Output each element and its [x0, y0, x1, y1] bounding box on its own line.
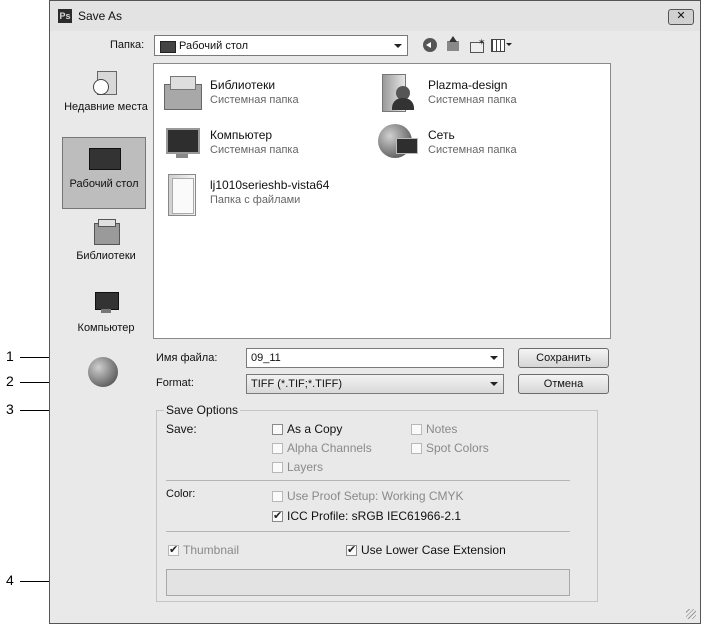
file-item-name: Компьютер [210, 128, 273, 142]
format-dropdown[interactable]: TIFF (*.TIF;*.TIFF) [246, 374, 504, 394]
notes-label: Notes [426, 422, 458, 436]
computer-icon [162, 124, 202, 162]
color-label: Color: [166, 488, 196, 500]
options-divider [166, 480, 570, 481]
callout-4: 4 [6, 572, 14, 588]
file-item-type: Системная папка [428, 144, 517, 156]
layers-label: Layers [287, 460, 324, 474]
location-value: Рабочий стол [179, 40, 249, 52]
title-bar: Ps Save As ✕ [50, 1, 700, 31]
thumbnail-checkbox[interactable] [168, 543, 179, 556]
spot-colors-label: Spot Colors [426, 441, 489, 455]
file-item-network[interactable]: Сеть Системная папка [378, 122, 598, 162]
sidebar-item-libraries[interactable]: Библиотеки [64, 217, 148, 262]
sidebar-item-label: Компьютер [77, 322, 135, 334]
format-label: Format: [156, 377, 194, 389]
sidebar-item-computer[interactable]: Компьютер [64, 289, 148, 334]
libraries-icon [91, 217, 121, 247]
computer-icon [91, 289, 121, 319]
network-icon [88, 357, 118, 387]
notes-checkbox[interactable] [411, 424, 422, 435]
file-item-type: Папка с файлами [210, 194, 301, 206]
file-item-lj1010serieshb-vista64[interactable]: lj1010serieshb-vista64 Папка с файлами [160, 172, 420, 218]
up-folder-icon[interactable] [445, 36, 461, 52]
back-icon[interactable] [423, 38, 437, 52]
callout-3: 3 [6, 401, 14, 417]
icc-profile-label: ICC Profile: sRGB IEC61966-2.1 [287, 509, 462, 523]
save-options-title: Save Options [164, 403, 241, 417]
alpha-channels-checkbox[interactable] [272, 443, 283, 454]
network-icon [378, 122, 422, 162]
filename-label: Имя файла: [156, 352, 218, 364]
view-menu-icon[interactable] [491, 38, 513, 52]
photoshop-app-icon: Ps [58, 9, 72, 23]
sidebar-item-desktop[interactable]: Рабочий стол [62, 137, 146, 209]
window-title: Save As [78, 9, 123, 23]
options-divider [166, 531, 570, 532]
file-item-plazma-design[interactable]: Plazma-design Системная папка [378, 72, 598, 112]
use-proof-setup-checkbox[interactable] [272, 491, 283, 502]
sidebar-item-label: Недавние места [64, 101, 148, 113]
thumbnail-label: Thumbnail [183, 543, 240, 557]
file-item-type: Системная папка [210, 144, 299, 156]
warning-message-box [166, 569, 570, 596]
desktop-small-icon [160, 41, 176, 53]
places-sidebar: Недавние места Рабочий стол Библиотеки К… [60, 63, 152, 339]
sidebar-item-label: Рабочий стол [69, 178, 139, 190]
desktop-icon [87, 146, 121, 172]
filename-input[interactable]: 09_11 [246, 348, 504, 368]
file-item-name: Plazma-design [428, 78, 508, 92]
callout-1: 1 [6, 348, 14, 364]
chevron-down-icon [490, 382, 498, 386]
file-item-name: Библиотеки [210, 78, 276, 92]
as-a-copy-checkbox[interactable] [272, 424, 283, 435]
cancel-button[interactable]: Отмена [518, 374, 609, 394]
layers-checkbox[interactable] [272, 462, 283, 473]
resize-grip-icon[interactable] [686, 609, 696, 619]
file-item-name: Сеть [428, 128, 455, 142]
close-button[interactable]: ✕ [668, 9, 694, 25]
file-item-type: Системная папка [428, 94, 517, 106]
sidebar-item-recent-places[interactable]: Недавние места [64, 67, 148, 114]
recent-places-icon [91, 67, 121, 97]
file-item-type: Системная папка [210, 94, 299, 106]
user-folder-icon [378, 72, 422, 112]
lower-case-extension-label: Use Lower Case Extension [361, 543, 506, 557]
use-proof-setup-label: Use Proof Setup: Working CMYK [287, 489, 464, 503]
location-dropdown[interactable]: Рабочий стол [154, 35, 408, 56]
chevron-down-icon [394, 43, 402, 48]
icc-profile-checkbox[interactable] [272, 509, 283, 522]
sidebar-item-label: Библиотеки [76, 250, 136, 262]
file-item-computer[interactable]: Компьютер Системная папка [160, 122, 370, 162]
spot-colors-checkbox[interactable] [411, 443, 422, 454]
callout-2: 2 [6, 373, 14, 389]
location-label: Папка: [110, 39, 145, 51]
save-as-dialog: Ps Save As ✕ Папка: Рабочий стол ✶ Недав… [49, 0, 701, 624]
save-button[interactable]: Сохранить [518, 348, 609, 368]
filename-value: 09_11 [251, 352, 281, 364]
file-item-libraries[interactable]: Библиотеки Системная папка [160, 72, 370, 112]
sidebar-item-network[interactable] [88, 357, 122, 389]
file-list: Библиотеки Системная папка Plazma-design… [153, 63, 611, 339]
as-a-copy-label: As a Copy [287, 422, 343, 436]
alpha-channels-label: Alpha Channels [287, 441, 372, 455]
lower-case-extension-checkbox[interactable] [346, 543, 357, 556]
file-item-name: lj1010serieshb-vista64 [210, 178, 330, 192]
folder-icon [164, 172, 200, 216]
format-value: TIFF (*.TIF;*.TIFF) [251, 378, 343, 390]
libraries-folder-icon [162, 74, 202, 110]
new-folder-icon[interactable]: ✶ [468, 37, 486, 53]
chevron-down-icon [490, 356, 498, 360]
save-label: Save: [166, 422, 197, 436]
